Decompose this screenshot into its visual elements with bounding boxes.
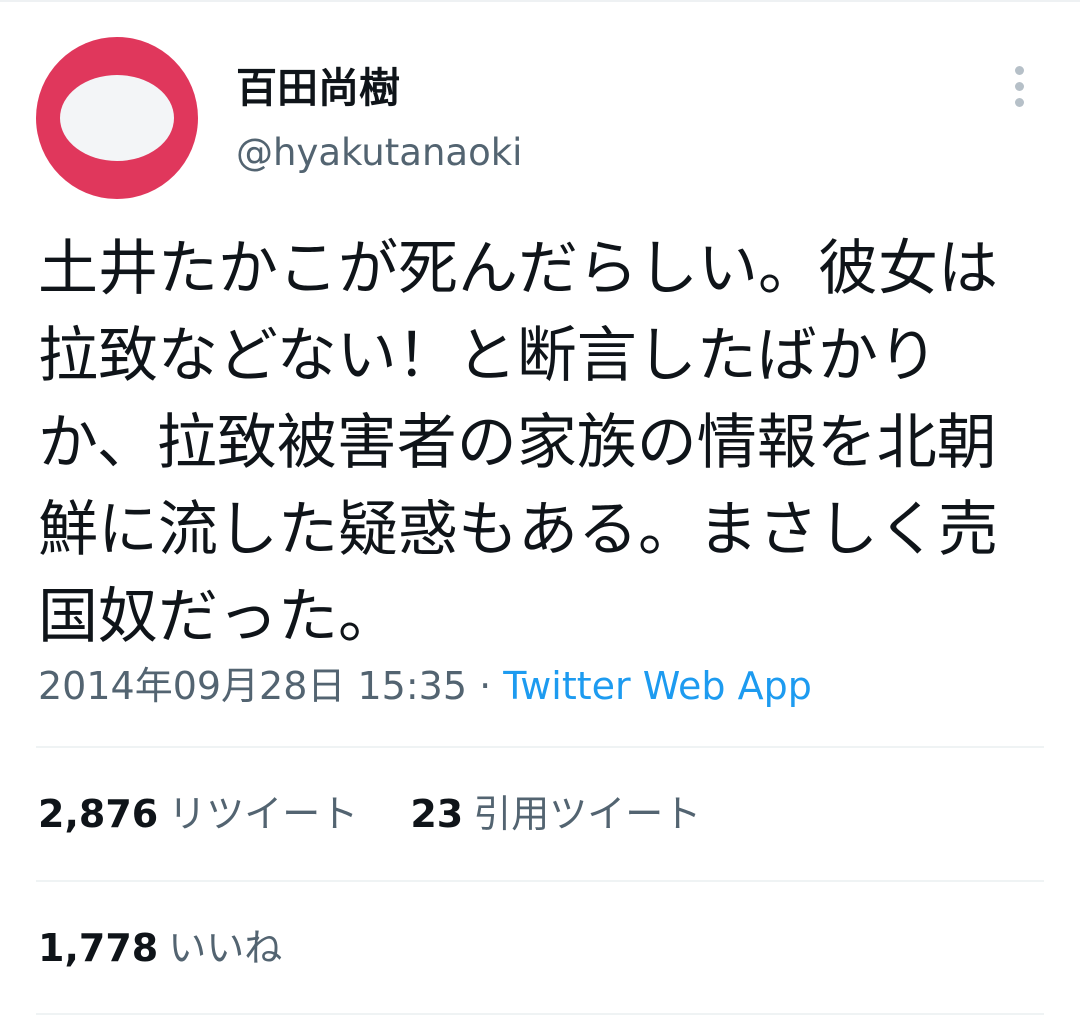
quote-tweet-label: 引用ツイート	[473, 792, 702, 836]
divider	[36, 880, 1044, 882]
display-name[interactable]: 百田尚樹	[236, 60, 400, 116]
more-vertical-icon	[1015, 66, 1024, 75]
likes-stats-row: 1,778 いいね	[38, 922, 322, 974]
more-options-button[interactable]	[1002, 62, 1038, 114]
meta-separator: ·	[467, 664, 504, 708]
top-edge	[0, 0, 1080, 2]
avatar-disc	[60, 75, 174, 161]
source-link[interactable]: Twitter Web App	[503, 664, 812, 708]
tweet-text: 土井たかこが死んだらしい。彼女は拉致などない！と断言したばかりか、拉致被害者の家…	[38, 234, 998, 652]
engagement-stats-row: 2,876 リツイート 23 引用ツイート	[38, 788, 741, 840]
user-handle[interactable]: @hyakutanaoki	[236, 128, 522, 178]
tweet-meta: 2014年09月28日 15:35 · Twitter Web App	[38, 660, 812, 712]
quote-tweets-stat[interactable]: 23 引用ツイート	[410, 788, 701, 840]
more-vertical-icon	[1015, 82, 1024, 91]
timestamp[interactable]: 2014年09月28日 15:35	[38, 664, 467, 708]
likes-stat[interactable]: 1,778 いいね	[38, 922, 282, 974]
retweets-stat[interactable]: 2,876 リツイート	[38, 788, 358, 840]
retweet-label: リツイート	[168, 792, 359, 836]
quote-tweet-count: 23	[410, 792, 464, 836]
divider	[36, 1013, 1044, 1015]
more-vertical-icon	[1015, 98, 1024, 107]
avatar[interactable]	[36, 37, 198, 199]
like-label: いいね	[168, 926, 283, 970]
divider	[36, 746, 1044, 748]
like-count: 1,778	[38, 926, 159, 970]
retweet-count: 2,876	[38, 792, 159, 836]
